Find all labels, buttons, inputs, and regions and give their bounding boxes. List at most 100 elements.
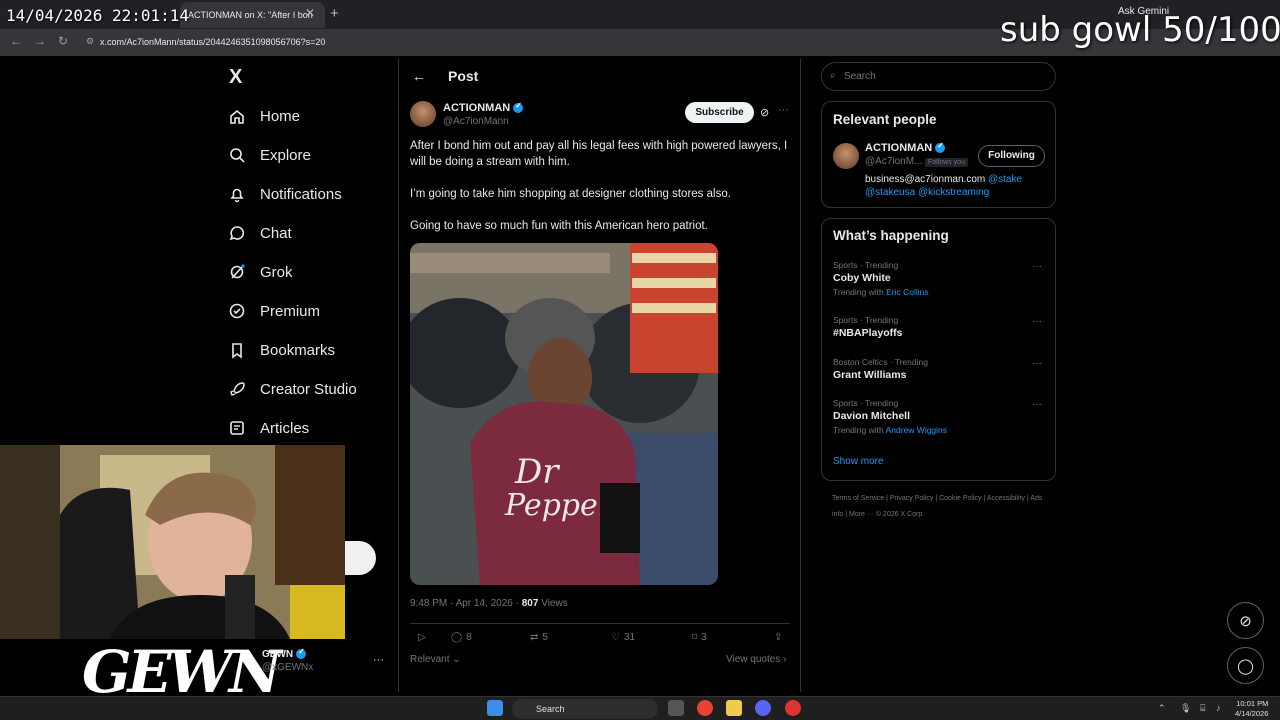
trend-more-icon[interactable]: ··· bbox=[1032, 316, 1042, 327]
nav-item-bookmarks[interactable]: Bookmarks bbox=[228, 338, 335, 362]
trend-category: Sports · Trending bbox=[833, 398, 899, 408]
svg-text:Pepper: Pepper bbox=[504, 488, 614, 523]
grok-explain-icon[interactable]: ⊘ bbox=[760, 106, 769, 119]
repost-button[interactable]: ⇄ 5 bbox=[530, 632, 548, 643]
volume-icon[interactable]: ♪ bbox=[1216, 703, 1221, 713]
views-label: Views bbox=[538, 598, 568, 609]
chevron-down-icon: ⌄ bbox=[452, 654, 461, 665]
verified-badge-icon bbox=[935, 141, 946, 154]
trend-more-icon[interactable]: ··· bbox=[1032, 261, 1042, 272]
follows-you-badge: Follows you bbox=[925, 158, 968, 167]
app-icon[interactable] bbox=[785, 700, 801, 716]
like-count: 31 bbox=[623, 632, 636, 643]
task-view-icon[interactable] bbox=[668, 700, 684, 716]
mic-icon[interactable]: 🎙 bbox=[1180, 703, 1191, 714]
article-icon bbox=[230, 421, 244, 435]
subscribe-button[interactable]: Subscribe bbox=[685, 102, 754, 123]
author-handle[interactable]: @Ac7ionMann bbox=[443, 116, 509, 127]
repost-count: 5 bbox=[542, 632, 548, 643]
author-avatar[interactable] bbox=[410, 101, 436, 127]
windows-start-icon[interactable] bbox=[487, 700, 503, 716]
svg-text:Dr: Dr bbox=[514, 452, 560, 492]
trend-name: Grant Williams bbox=[833, 369, 907, 381]
post-timestamp[interactable]: 9:48 PM · Apr 14, 2026 · bbox=[410, 598, 522, 609]
nav-item-label: Premium bbox=[260, 302, 321, 320]
nav-item-articles[interactable]: Articles bbox=[228, 416, 309, 440]
taskbar-clock[interactable]: 10:01 PM 4/14/2026 bbox=[1235, 699, 1268, 719]
back-arrow-icon[interactable]: ← bbox=[412, 68, 426, 84]
back-icon[interactable]: ← bbox=[10, 34, 22, 48]
nav-item-grok[interactable]: Grok bbox=[228, 260, 293, 284]
following-button[interactable]: Following bbox=[978, 145, 1045, 167]
grok-float-button[interactable]: ⊘ bbox=[1227, 602, 1264, 639]
account-menu-icon[interactable]: ··· bbox=[373, 654, 384, 666]
reply-button[interactable]: ◯ 8 bbox=[451, 632, 472, 643]
bookmark-icon bbox=[232, 343, 242, 359]
trend-related-link[interactable]: Andrew Wiggins bbox=[886, 425, 947, 435]
post-metadata: 9:48 PM · Apr 14, 2026 · 807 Views bbox=[410, 598, 568, 609]
nav-item-explore[interactable]: Explore bbox=[228, 143, 311, 167]
x-logo-icon[interactable]: X bbox=[229, 66, 242, 89]
profile-handle[interactable]: @xGEWNx bbox=[262, 662, 313, 673]
views-count: 807 bbox=[521, 598, 539, 609]
view-quotes-link[interactable]: View quotes › bbox=[726, 654, 786, 665]
nav-item-notifications[interactable]: Notifications bbox=[228, 182, 342, 206]
tab-close-icon[interactable]: ✕ bbox=[305, 6, 315, 20]
sub-goal-overlay: sub gowl 50/100 bbox=[1000, 10, 1280, 50]
nav-item-chat[interactable]: Chat bbox=[228, 221, 292, 245]
author-name[interactable]: ACTIONMAN bbox=[443, 101, 524, 114]
like-button[interactable]: ♡ 31 bbox=[611, 632, 635, 643]
avatar[interactable] bbox=[833, 143, 859, 169]
trend-item[interactable]: Sports · Trending Davion Mitchell Trending… bbox=[833, 398, 1043, 435]
show-more-link[interactable]: Show more bbox=[833, 456, 884, 467]
windows-taskbar: Search ⌃ 🎙 ⌸ ♪ 10:01 PM 4/14/2026 bbox=[0, 696, 1280, 720]
profile-name[interactable]: GEWN bbox=[262, 647, 307, 660]
messages-float-button[interactable]: ◯ bbox=[1227, 647, 1264, 684]
taskbar-search[interactable]: Search bbox=[512, 699, 658, 719]
bookmark-button[interactable]: ⌑ 3 bbox=[692, 632, 707, 643]
search-icon bbox=[230, 148, 245, 163]
bio-link[interactable]: @stake bbox=[988, 174, 1022, 185]
trend-related: Trending with Eric Collins bbox=[833, 287, 1043, 297]
more-options-icon[interactable]: ··· bbox=[778, 104, 789, 116]
post-text-paragraph: Going to have so much fun with this Amer… bbox=[410, 220, 708, 232]
nav-item-creator-studio[interactable]: Creator Studio bbox=[228, 377, 357, 401]
trend-item[interactable]: Boston Celtics · Trending Grant Williams bbox=[833, 357, 1043, 381]
nav-item-label: Explore bbox=[260, 146, 311, 164]
bio-link[interactable]: @stakeusa @kickstreaming bbox=[865, 187, 989, 198]
nav-item-label: Bookmarks bbox=[260, 341, 336, 359]
trend-more-icon[interactable]: ··· bbox=[1032, 358, 1042, 369]
file-explorer-icon[interactable] bbox=[726, 700, 742, 716]
nav-item-label: Creator Studio bbox=[260, 380, 357, 398]
chrome-icon[interactable] bbox=[697, 700, 713, 716]
network-icon[interactable]: ⌸ bbox=[1200, 703, 1205, 714]
grok-icon bbox=[230, 264, 245, 279]
discord-icon[interactable] bbox=[755, 700, 771, 716]
person-name[interactable]: ACTIONMAN bbox=[865, 141, 946, 154]
verified-badge-icon bbox=[513, 101, 524, 114]
reload-icon[interactable]: ↻ bbox=[58, 34, 68, 48]
browser-tab[interactable]: ACTIONMAN on X: "After I bon bbox=[180, 2, 325, 28]
chevron-up-icon[interactable]: ⌃ bbox=[1158, 703, 1166, 714]
nav-item-home[interactable]: Home bbox=[228, 104, 300, 128]
views-chart-button[interactable]: ▷ bbox=[418, 632, 426, 643]
reply-sort-dropdown[interactable]: Relevant ⌄ bbox=[410, 654, 461, 665]
trend-item[interactable]: Sports · Trending #NBAPlayoffs bbox=[833, 315, 1043, 339]
nav-item-label: Home bbox=[260, 107, 301, 125]
person-handle[interactable]: @Ac7ionM... bbox=[865, 156, 922, 167]
url-input[interactable]: x.com/Ac7ionMann/status/2044246351098056… bbox=[100, 37, 325, 47]
new-tab-icon[interactable]: + bbox=[330, 5, 339, 22]
search-input[interactable]: ⌕ Search bbox=[821, 62, 1056, 91]
trend-more-icon[interactable]: ··· bbox=[1032, 399, 1042, 410]
post-image[interactable]: Dr Pepper bbox=[410, 243, 718, 585]
search-placeholder: Search bbox=[844, 71, 876, 82]
nav-item-premium[interactable]: Premium bbox=[228, 299, 320, 323]
share-button[interactable]: ⇪ bbox=[774, 632, 782, 643]
person-name-text: ACTIONMAN bbox=[865, 142, 933, 154]
trend-item[interactable]: Sports · Trending Coby White Trending with… bbox=[833, 260, 1043, 297]
site-info-icon[interactable]: ⚙ bbox=[86, 36, 94, 47]
reply-icon: ◯ bbox=[451, 632, 463, 643]
footer-links[interactable]: Terms of Service | Privacy Policy | Cook… bbox=[832, 491, 1052, 523]
forward-icon[interactable]: → bbox=[34, 34, 46, 48]
trend-related-link[interactable]: Eric Collins bbox=[886, 287, 929, 297]
